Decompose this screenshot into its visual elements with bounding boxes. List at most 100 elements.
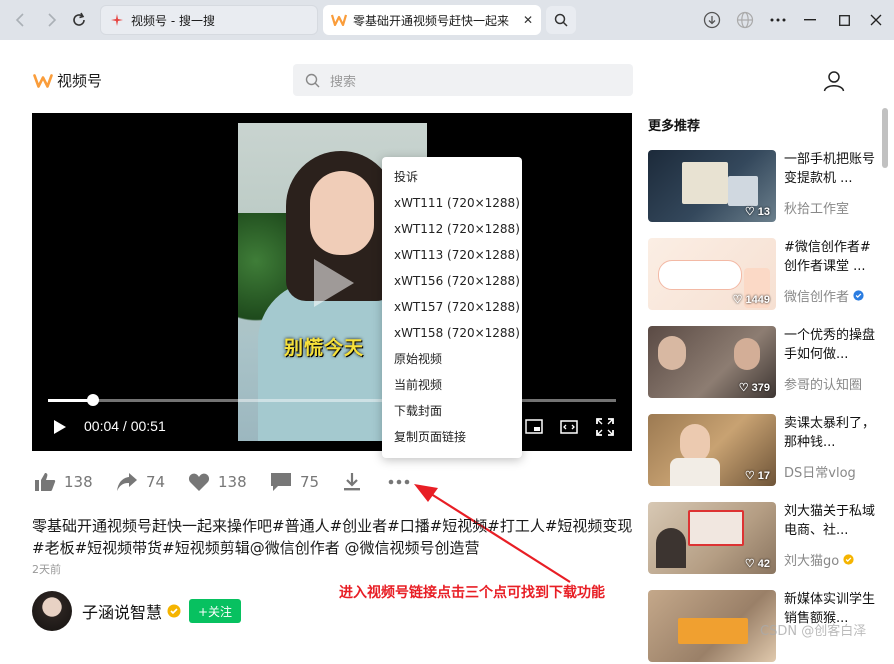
like-button[interactable]: 138	[34, 470, 93, 494]
action-bar: 138 74 138 75	[34, 470, 434, 494]
annotation-text: 进入视频号链接点击三个点可找到下载功能	[339, 585, 605, 601]
forward-icon[interactable]	[42, 10, 62, 30]
like-count: 138	[64, 473, 93, 491]
rec-item-author[interactable]: 参哥的认知圈	[784, 374, 862, 393]
tab-video[interactable]: 零基础开通视频号赶快一起来 ✕	[323, 5, 541, 35]
rec-item-title: 卖课太暴利了，那种钱...	[784, 416, 876, 450]
rec-like-count: ♡ 42	[744, 558, 770, 570]
site-logo[interactable]: 视频号	[33, 70, 102, 91]
pip-icon[interactable]	[524, 417, 544, 437]
rec-thumbnail: ♡ 13	[648, 150, 776, 222]
minimize-icon[interactable]	[800, 10, 820, 30]
back-icon[interactable]	[10, 10, 30, 30]
menu-item-copy-link[interactable]: 复制页面链接	[382, 424, 522, 450]
share-count: 74	[146, 473, 166, 491]
rec-item-title: 刘大猫关于私域电商、社...	[784, 504, 876, 538]
more-icon[interactable]	[768, 10, 788, 30]
recommendations-title: 更多推荐	[648, 119, 701, 134]
rec-item[interactable]: ♡ 42 刘大猫关于私域电商、社... 刘大猫go	[648, 502, 878, 576]
rec-thumbnail: ♡ 1449	[648, 238, 776, 310]
rec-item[interactable]: ♡ 17 卖课太暴利了，那种钱... DS日常vlog	[648, 414, 878, 488]
tab-search[interactable]: 视频号 - 搜一搜	[100, 5, 318, 35]
rec-like-count: ♡ 379	[738, 382, 770, 394]
search-input[interactable]: 搜索	[293, 64, 633, 96]
menu-item-xwt156[interactable]: xWT156 (720×1288)	[382, 268, 522, 294]
menu-item-download-cover[interactable]: 下载封面	[382, 398, 522, 424]
close-tab-icon[interactable]: ✕	[519, 13, 537, 27]
download-icon[interactable]	[702, 10, 722, 30]
share-button[interactable]: 74	[116, 470, 165, 494]
reload-icon[interactable]	[69, 10, 89, 30]
avatar[interactable]	[32, 591, 72, 631]
menu-item-xwt111[interactable]: xWT111 (720×1288)	[382, 190, 522, 216]
menu-item-current-video[interactable]: 当前视频	[382, 372, 522, 398]
verified-badge-icon	[843, 554, 854, 565]
rec-item-author[interactable]: DS日常vlog	[784, 462, 856, 481]
video-caption: 别慌今天	[284, 337, 365, 359]
download-icon	[344, 473, 360, 491]
fullscreen-icon[interactable]	[595, 417, 615, 437]
tab-label: 视频号 - 搜一搜	[131, 13, 215, 28]
scrollbar[interactable]	[882, 108, 888, 168]
video-player[interactable]: 别慌今天 00:04 / 00:51	[32, 113, 632, 451]
tab-label: 零基础开通视频号赶快一起来	[353, 13, 510, 28]
progress-bar[interactable]	[48, 394, 616, 406]
rec-item-title: 一部手机把账号变提款机 ...	[784, 152, 876, 186]
thumbs-up-icon	[35, 473, 56, 491]
channels-logo-icon	[331, 12, 347, 28]
rec-item-author[interactable]: 刘大猫go	[784, 550, 854, 569]
menu-item-xwt113[interactable]: xWT113 (720×1288)	[382, 242, 522, 268]
rec-like-count: ♡ 1449	[732, 294, 770, 306]
menu-item-xwt112[interactable]: xWT112 (720×1288)	[382, 216, 522, 242]
download-button[interactable]	[342, 470, 370, 494]
comment-count: 75	[300, 473, 320, 491]
search-placeholder: 搜索	[330, 74, 357, 90]
menu-item-original-video[interactable]: 原始视频	[382, 346, 522, 372]
heart-button[interactable]: 138	[188, 470, 247, 494]
rec-item-title: 一个优秀的操盘手如何做...	[784, 328, 876, 362]
globe-icon[interactable]	[735, 10, 755, 30]
follow-button[interactable]: +关注	[189, 599, 242, 623]
search-icon	[305, 73, 320, 87]
rec-item-author[interactable]: 秋拾工作室	[784, 198, 849, 217]
comment-icon	[271, 473, 291, 491]
menu-item-xwt157[interactable]: xWT157 (720×1288)	[382, 294, 522, 320]
rec-thumbnail: ♡ 42	[648, 502, 776, 574]
video-description: 零基础开通视频号赶快一起来操作吧#普通人#创业者#口播#短视频#打工人#短视频变…	[32, 517, 633, 557]
play-overlay-icon[interactable]	[310, 255, 358, 311]
tab-search-icon[interactable]	[546, 6, 576, 34]
rec-item[interactable]: ♡ 1449 #微信创作者#创作者课堂 ... 微信创作者	[648, 238, 878, 312]
maximize-icon[interactable]	[834, 10, 854, 30]
progress-handle[interactable]	[87, 394, 100, 406]
rec-item-author[interactable]: 微信创作者	[784, 286, 864, 305]
rec-like-count: ♡ 13	[744, 206, 770, 218]
verified-badge-icon	[167, 604, 181, 618]
verified-badge-icon	[853, 290, 864, 301]
watermark: CSDN @创客白泽	[760, 624, 867, 639]
channels-logo-icon	[33, 73, 53, 88]
heart-icon	[188, 473, 210, 491]
post-time: 2天前	[32, 563, 61, 576]
logo-text: 视频号	[57, 72, 103, 90]
menu-item-xwt158[interactable]: xWT158 (720×1288)	[382, 320, 522, 346]
close-window-icon[interactable]	[866, 10, 886, 30]
rec-thumbnail	[648, 590, 776, 662]
author-name[interactable]: 子涵说智慧	[82, 599, 162, 623]
heart-count: 138	[218, 473, 247, 491]
rec-item[interactable]: ♡ 13 一部手机把账号变提款机 ... 秋拾工作室	[648, 150, 878, 224]
rec-item[interactable]: ♡ 379 一个优秀的操盘手如何做... 参哥的认知圈	[648, 326, 878, 400]
rec-thumbnail: ♡ 17	[648, 414, 776, 486]
more-options-menu: 投诉 xWT111 (720×1288) xWT112 (720×1288) x…	[382, 157, 522, 458]
comment-button[interactable]: 75	[270, 470, 319, 494]
rec-thumbnail: ♡ 379	[648, 326, 776, 398]
widescreen-icon[interactable]	[559, 417, 579, 437]
user-icon[interactable]	[823, 70, 845, 92]
share-icon	[117, 473, 137, 491]
menu-item-report[interactable]: 投诉	[382, 164, 522, 190]
play-icon[interactable]	[52, 418, 68, 436]
rec-like-count: ♡ 17	[744, 470, 770, 482]
author-row: 子涵说智慧 +关注	[32, 591, 242, 631]
rec-item-title: #微信创作者#创作者课堂 ...	[784, 240, 871, 274]
browser-titlebar: 视频号 - 搜一搜 零基础开通视频号赶快一起来 ✕	[0, 0, 894, 40]
time-display: 00:04 / 00:51	[84, 418, 166, 434]
